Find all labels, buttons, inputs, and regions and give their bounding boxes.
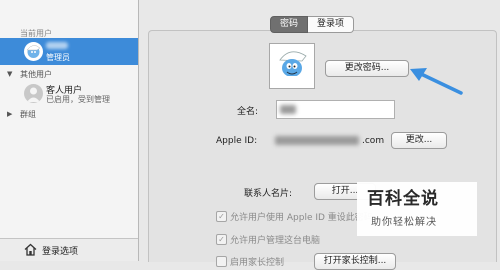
- watermark-overlay: 百科全说 助你轻松解决: [357, 182, 477, 236]
- allow-apple-id-reset-label: 允许用户使用 Apple ID 重设此密码: [230, 213, 373, 223]
- change-apple-id-button[interactable]: 更改...: [391, 132, 447, 149]
- allow-admin-label: 允许用户管理这台电脑: [230, 236, 321, 246]
- apple-id-redacted: [275, 136, 359, 145]
- expand-other-users-icon[interactable]: ▼: [7, 70, 12, 78]
- apple-id-label: Apple ID:: [216, 136, 258, 146]
- pointer-arrow-icon: [410, 68, 463, 95]
- allow-admin-checkbox[interactable]: ✓: [216, 234, 227, 245]
- parental-controls-checkbox[interactable]: [216, 256, 227, 267]
- login-options-item[interactable]: 登录选项: [0, 238, 138, 261]
- house-icon: [24, 243, 37, 256]
- current-user-role: 管理员: [46, 53, 70, 62]
- tab-password[interactable]: 密码: [270, 16, 309, 33]
- current-user-item[interactable]: 管理员: [0, 38, 138, 65]
- tab-login-items[interactable]: 登录项: [308, 16, 355, 33]
- parental-controls-label: 启用家长控制: [230, 258, 285, 268]
- full-name-label: 全名:: [237, 107, 259, 117]
- users-sidebar: 当前用户 管理员 ▼ 其他用户 客人用户 已启用，受到管理 ▶ 群组 登录选项: [0, 0, 139, 261]
- watermark-title: 百科全说: [367, 189, 439, 209]
- other-users-section-label: 其他用户: [20, 70, 52, 79]
- current-user-name-redacted: [46, 42, 68, 49]
- change-password-button[interactable]: 更改密码...: [325, 60, 409, 77]
- groups-section-label: 群组: [20, 110, 36, 119]
- smurf-photo-icon: [279, 51, 307, 84]
- guest-avatar-icon: [24, 84, 43, 103]
- apple-id-domain: .com: [362, 136, 385, 146]
- user-photo-well[interactable]: [269, 43, 315, 89]
- expand-groups-icon[interactable]: ▶: [7, 110, 12, 118]
- smurf-avatar-icon: [24, 42, 43, 61]
- full-name-field[interactable]: [276, 100, 395, 119]
- login-options-label: 登录选项: [42, 247, 79, 257]
- contact-card-label: 联系人名片:: [244, 189, 293, 199]
- allow-apple-id-reset-checkbox[interactable]: ✓: [216, 211, 227, 222]
- settings-tabs: 密码 登录项: [270, 16, 355, 33]
- watermark-subtitle: 助你轻松解决: [371, 217, 437, 228]
- full-name-redacted: [280, 105, 296, 114]
- guest-user-item[interactable]: 客人用户 已启用，受到管理: [0, 80, 138, 106]
- open-parental-controls-button[interactable]: 打开家长控制...: [314, 253, 396, 270]
- guest-user-status: 已启用，受到管理: [46, 95, 110, 104]
